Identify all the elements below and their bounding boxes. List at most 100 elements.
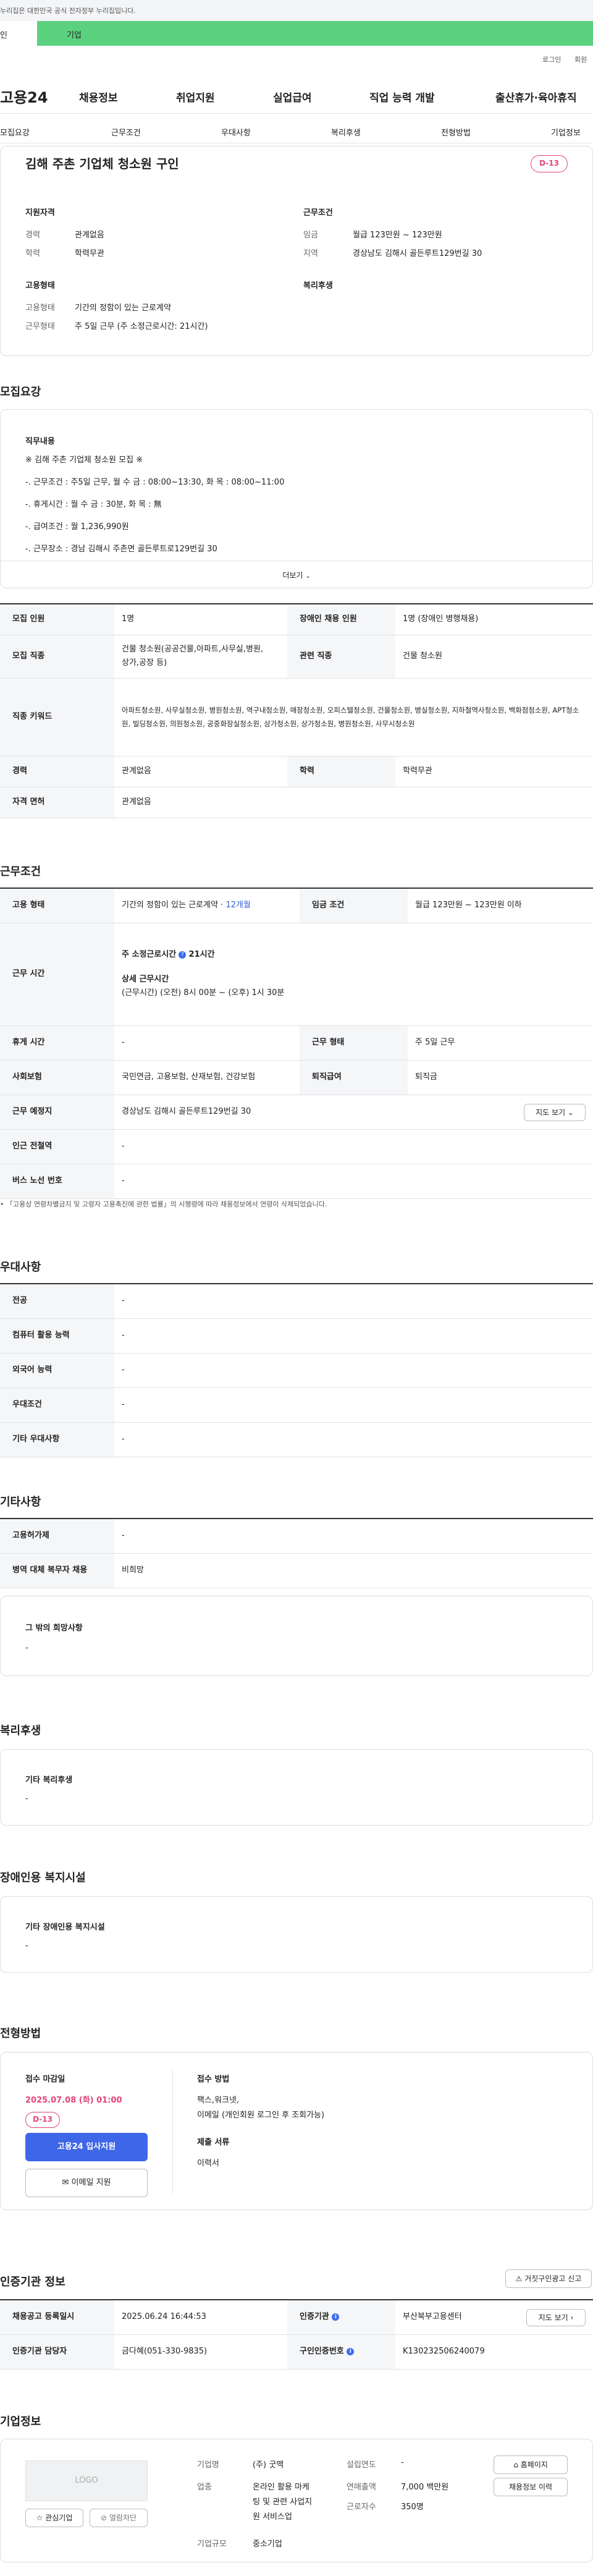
welfare-box-heading: 기타 복리후생 (25, 1776, 73, 1785)
table-row: 우대조건 - (0, 1388, 593, 1423)
career-value: 관계없음 (75, 231, 104, 240)
apply-button[interactable]: 고용24 입사지원 (25, 2133, 148, 2161)
other-wishes-heading: 그 밖의 희망사항 (25, 1624, 83, 1633)
row-header: 외국어 능력 (0, 1353, 114, 1388)
info-icon[interactable]: i (347, 2347, 355, 2355)
row-value: - (114, 1422, 593, 1457)
map-button[interactable]: 지도 보기 ⌄ (524, 1103, 586, 1121)
method-heading: 접수 방법 (197, 2075, 230, 2084)
row-header: 관련 직종 (287, 635, 395, 679)
row-header: 근무 시간 (0, 923, 114, 1026)
anchor-recruit[interactable]: 모집요강 (0, 126, 30, 138)
wage-label: 임금 (303, 231, 318, 240)
homepage-label: 홈페이지 (520, 2460, 548, 2469)
member-type-tabs: 인 기업 (0, 21, 593, 46)
info-icon[interactable]: i (332, 2313, 340, 2321)
fav-label: 관심기업 (45, 2514, 73, 2522)
detail-hours-value: (근무시간) (오전) 8시 00분 ~ (오후) 1시 30분 (122, 988, 285, 998)
anchor-process[interactable]: 전형방법 (441, 126, 471, 138)
gnb-menu-skill-development[interactable]: 직업 능력 개발 (369, 89, 435, 104)
disability-card: 기타 장애인용 복지시설 - (0, 1896, 593, 1973)
row-value: 1명 (장애인 병행채용) (395, 604, 593, 635)
more-label: 더보기 (282, 571, 303, 580)
more-button[interactable]: 더보기 ⌄ (1, 561, 592, 588)
info-icon[interactable]: ? (179, 951, 187, 959)
row-value: - (114, 1388, 593, 1423)
no-label: 구인인증번호 (300, 2347, 344, 2356)
gnb-menu-employment-support[interactable]: 취업지원 (176, 89, 215, 104)
row-header: 병역 대체 복무자 채용 (0, 1553, 114, 1588)
welfare-box-value: - (25, 1794, 28, 1803)
chevron-right-icon: › (570, 2313, 574, 2322)
row-value: - (114, 1318, 593, 1354)
anchor-preferences[interactable]: 우대사항 (221, 126, 251, 138)
row-header: 근무 형태 (300, 1025, 408, 1061)
chevron-down-icon: ⌄ (567, 1108, 574, 1117)
row-header: 자격 면허 (0, 787, 114, 818)
job-desc-line: ※ 김해 주촌 기업체 청소원 모집 ※ (25, 455, 143, 465)
email-apply-button[interactable]: ✉ 이메일 지원 (25, 2169, 148, 2197)
table-row: 직종 키워드 아파트청소원, 사무실청소원, 병원청소원, 역구내청소원, 매장… (0, 678, 593, 756)
year-value: - (401, 2458, 404, 2467)
table-row: 컴퓨터 활용 능력 - (0, 1318, 593, 1354)
company-name-value: (주) 굿맥 (253, 2460, 284, 2470)
row-header: 인증기관 i (287, 2300, 395, 2335)
home-icon: ⌂ (513, 2460, 518, 2469)
row-header: 직종 키워드 (0, 678, 114, 756)
site-logo[interactable]: 고용24 (0, 85, 48, 107)
row-value: 1명 (114, 604, 287, 635)
row-header: 휴게 시간 (0, 1025, 114, 1061)
org-label: 인증기관 (300, 2312, 329, 2322)
block-icon: ⊘ (100, 2514, 107, 2522)
row-value: 2025.06.24 16:44:53 (114, 2300, 287, 2335)
summary-card: 김해 주촌 기업체 청소원 구인 D-13 지원자격 경력 관계없음 학력 학력… (0, 146, 593, 356)
block-company-button[interactable]: ⊘ 열람차단 (90, 2509, 148, 2527)
gnb-menu-unemployment-benefit[interactable]: 실업급여 (273, 89, 312, 104)
row-header: 인증기관 담당자 (0, 2334, 114, 2370)
area-value: 경상남도 김해시 골든루트129번길 30 (353, 249, 482, 258)
tab-company[interactable]: 기업 (37, 21, 593, 46)
row-value: - (114, 1129, 593, 1164)
etc-table: 고용허가제 - 병역 대체 복무자 채용 비희망 (0, 1518, 593, 1588)
table-row: 사회보험 국민연금, 고용보험, 산재보험, 건강보험 퇴직급여 퇴직금 (0, 1060, 593, 1095)
table-row: 고용 형태 기간의 정함이 있는 근로계약 · 12개월 임금 조건 월급 12… (0, 888, 593, 923)
other-wishes-value: - (25, 1643, 28, 1653)
table-row: 모집 인원 1명 장애인 채용 인원 1명 (장애인 병행채용) (0, 604, 593, 635)
anchor-welfare[interactable]: 복리후생 (331, 126, 361, 138)
fav-company-button[interactable]: ☆ 관심기업 (25, 2509, 83, 2527)
join-link[interactable]: 회원 (574, 54, 587, 64)
anchor-company[interactable]: 기업정보 (551, 126, 581, 138)
row-value: 관계없음 (114, 756, 287, 787)
anchor-work-conditions[interactable]: 근무조건 (111, 126, 141, 138)
row-header: 모집 인원 (0, 604, 114, 635)
report-button[interactable]: ⚠ 거짓구인광고 신고 (505, 2269, 592, 2288)
chevron-down-icon: ⌄ (305, 573, 311, 580)
job-desc-heading: 직무내용 (25, 437, 55, 446)
divider (172, 2070, 173, 2193)
login-link[interactable]: 로그인 (542, 54, 561, 64)
gnb-menu-jobs[interactable]: 채용정보 (79, 89, 118, 104)
tab-personal[interactable]: 인 (0, 21, 37, 46)
row-value: 건물 청소원 (395, 635, 593, 679)
area-label: 지역 (303, 249, 318, 258)
emp-period: 12개월 (225, 900, 251, 910)
gov-notice-text: 누리집은 대한민국 공식 전자정부 누리집입니다. (0, 7, 136, 15)
jobs-history-button[interactable]: 채용정보 이력 (494, 2478, 568, 2496)
row-value: 관계없음 (114, 787, 593, 818)
etc-heading: 기타사항 (0, 1496, 41, 1509)
siren-icon: ⚠ (515, 2274, 523, 2283)
table-row: 전공 - (0, 1284, 593, 1319)
agency-map-button[interactable]: 지도 보기 › (526, 2309, 586, 2326)
mail-icon: ✉ (62, 2178, 69, 2187)
recruit-heading: 모집요강 (0, 386, 41, 399)
biz-value: 팅 및 관련 사업지 (253, 2498, 313, 2507)
method-value-1: 팩스,워크넷, (197, 2096, 240, 2105)
gnb-menu-maternity-leave[interactable]: 출산휴가·육아휴직 (495, 89, 577, 104)
table-row: 외국어 능력 - (0, 1353, 593, 1388)
table-row: 버스 노선 번호 - (0, 1164, 593, 1199)
workcond-heading: 근무조건 (0, 865, 41, 878)
homepage-button[interactable]: ⌂ 홈페이지 (494, 2455, 568, 2474)
row-header: 퇴직급여 (300, 1060, 408, 1095)
row-header: 고용허가제 (0, 1519, 114, 1554)
docs-heading: 제출 서류 (197, 2138, 230, 2147)
